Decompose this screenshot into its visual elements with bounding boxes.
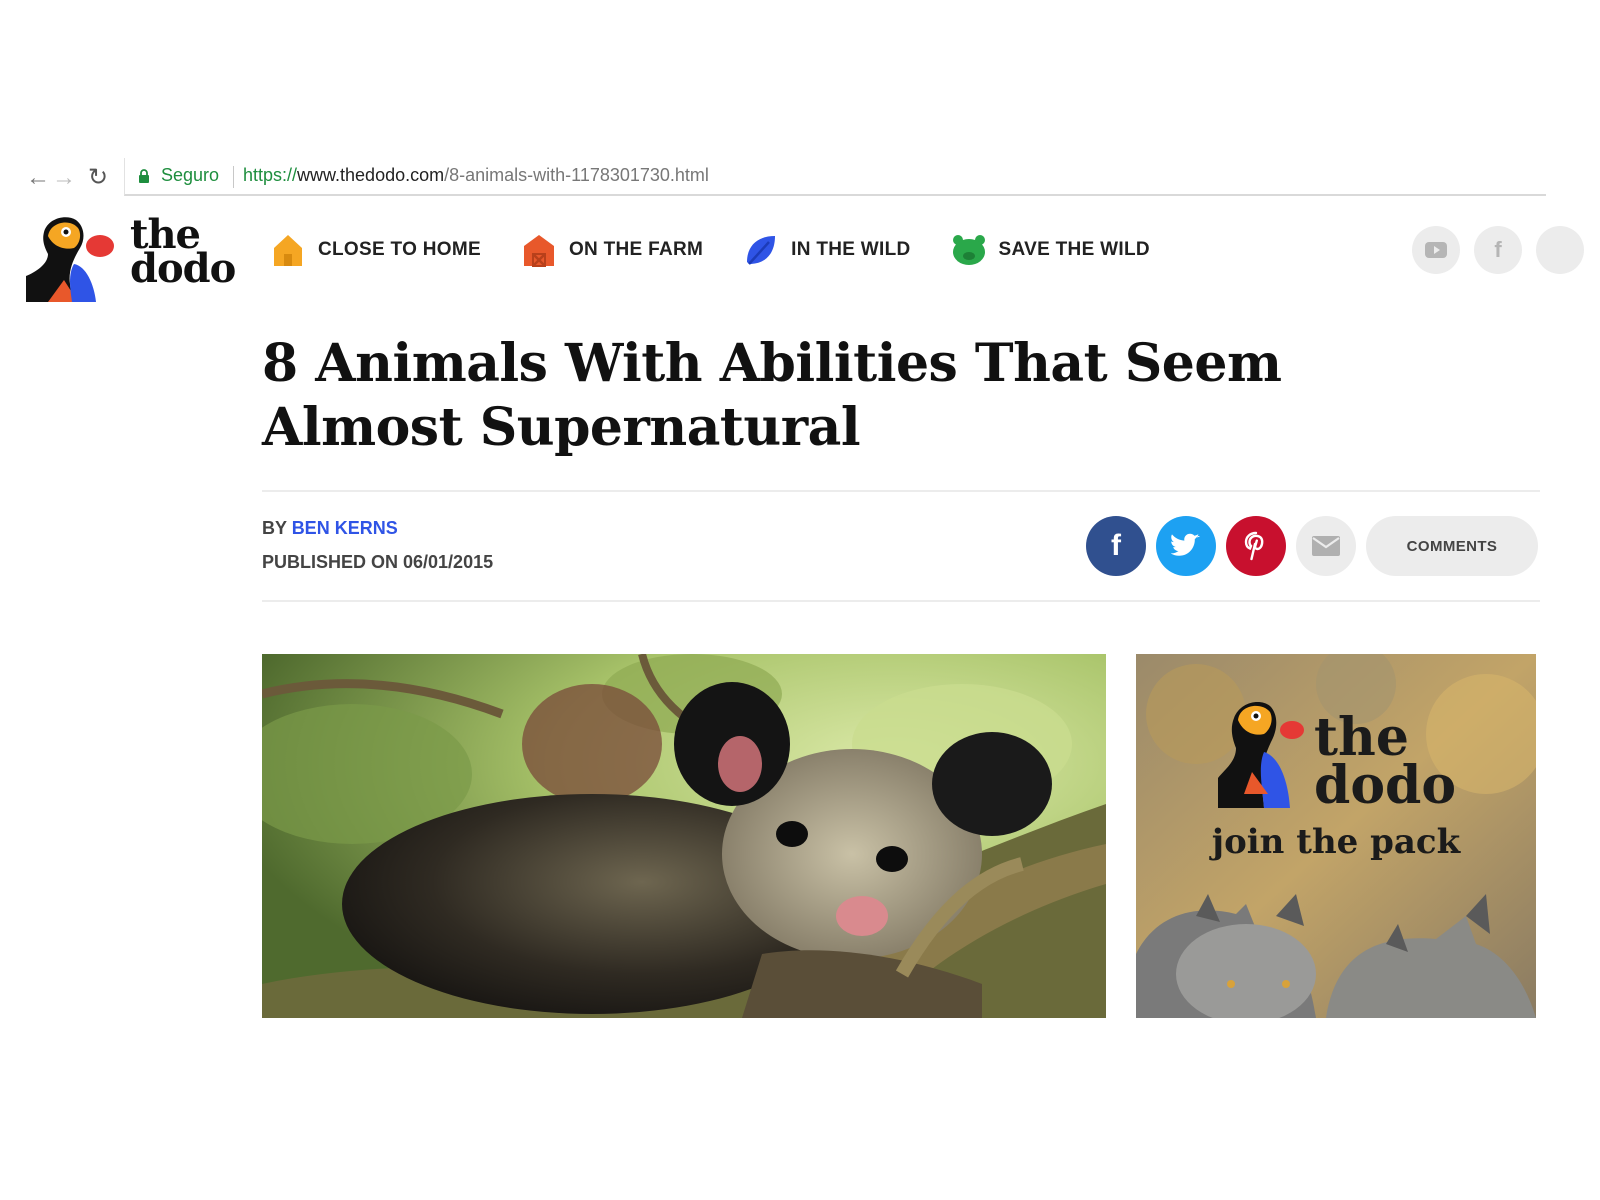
share-bar: f COMMENTS (1086, 516, 1538, 576)
article-title: 8 Animals With Abilities That Seem Almos… (262, 333, 1282, 458)
url-scheme: https:// (243, 165, 298, 185)
youtube-button[interactable] (1412, 226, 1460, 274)
address-bar[interactable]: Seguro https://www.thedodo.com/8-animals… (124, 158, 1546, 196)
publish-date: PUBLISHED ON 06/01/2015 (262, 552, 494, 572)
ad-logo-wordmark: the dodo (1314, 712, 1457, 816)
divider (262, 490, 1540, 492)
forward-arrow-icon[interactable]: → (52, 164, 76, 192)
nav-label: ON THE FARM (568, 239, 704, 260)
url-text[interactable]: https://www.thedodo.com/8-animals-with-1… (243, 165, 709, 186)
hero-image-opossum (262, 654, 1106, 1018)
ad-dodo-bird-icon (1218, 702, 1304, 808)
browser-toolbar: ← → ↻ Seguro https://www.thedodo.com/8-a… (26, 158, 1546, 202)
nav-item-close-to-home[interactable]: CLOSE TO HOME (270, 232, 481, 268)
youtube-icon (1425, 242, 1447, 258)
sidebar-ad[interactable]: the dodo join the pack (1136, 654, 1536, 1018)
nav-label: IN THE WILD (791, 239, 911, 260)
nav-item-save-the-wild[interactable]: SAVE THE WILD (951, 232, 1150, 268)
address-separator (233, 166, 234, 188)
byline: BY BEN KERNS (262, 518, 398, 539)
author-link[interactable]: BEN KERNS (292, 518, 398, 538)
ad-logo-line-dodo: dodo (1314, 755, 1457, 816)
url-host: www.thedodo.com (297, 165, 445, 185)
facebook-follow-button[interactable]: f (1474, 226, 1522, 274)
more-social-button[interactable] (1536, 226, 1584, 274)
reload-icon[interactable]: ↻ (88, 164, 108, 192)
nav-item-in-the-wild[interactable]: IN THE WILD (743, 232, 910, 268)
share-twitter-button[interactable] (1156, 516, 1216, 576)
envelope-icon (1312, 536, 1340, 556)
divider (262, 600, 1540, 602)
secure-label: Seguro (161, 165, 220, 185)
house-icon (274, 235, 302, 266)
nav-label: SAVE THE WILD (998, 239, 1150, 260)
comments-button[interactable]: COMMENTS (1366, 516, 1538, 576)
share-pinterest-button[interactable] (1226, 516, 1286, 576)
share-facebook-button[interactable]: f (1086, 516, 1146, 576)
back-arrow-icon[interactable]: ← (26, 164, 50, 192)
main-nav: CLOSE TO HOME ON THE FARM IN THE WILD SA… (270, 232, 1190, 268)
lock-icon (139, 169, 149, 183)
site-logo[interactable]: the dodo (26, 214, 236, 302)
ad-tagline: join the pack (1211, 822, 1461, 862)
url-path: /8-animals-with-1178301730.html (444, 165, 709, 185)
opossum-photo (262, 654, 1106, 1018)
dodo-bird-logo-icon (26, 217, 114, 302)
logo-line-dodo: dodo (130, 245, 236, 292)
facebook-icon: f (1494, 237, 1502, 262)
share-email-button[interactable] (1296, 516, 1356, 576)
barn-icon (523, 235, 554, 267)
nav-item-on-the-farm[interactable]: ON THE FARM (521, 232, 703, 268)
facebook-icon: f (1111, 529, 1121, 562)
bear-icon (952, 235, 985, 265)
leaf-icon (747, 236, 776, 265)
header-social-links: f (1412, 226, 1598, 274)
nav-label: CLOSE TO HOME (318, 239, 481, 260)
site-header: the dodo CLOSE TO HOME ON THE FARM IN TH… (26, 206, 1584, 306)
pinterest-icon (1244, 531, 1264, 561)
byline-prefix: BY (262, 518, 292, 538)
twitter-bird-icon (1171, 533, 1200, 556)
logo-wordmark: the dodo (130, 215, 236, 292)
